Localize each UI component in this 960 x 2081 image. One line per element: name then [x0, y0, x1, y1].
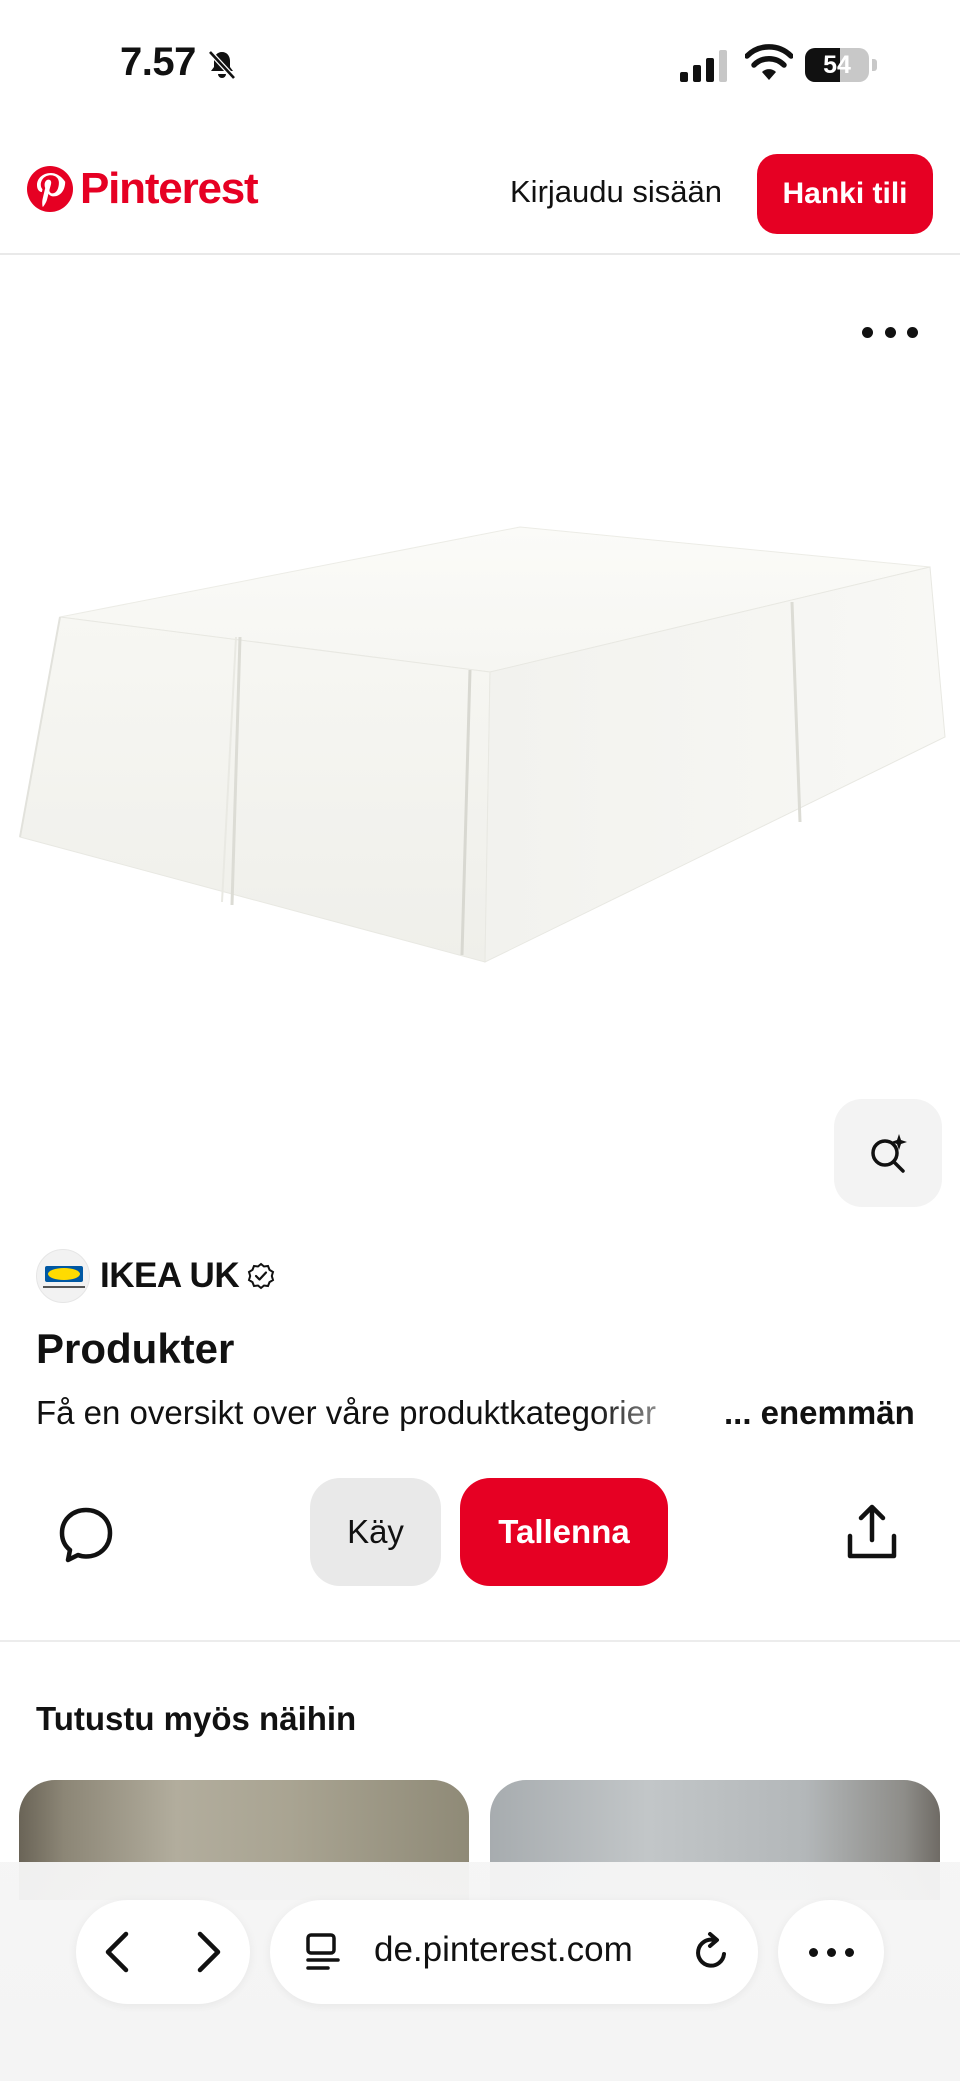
forward-icon[interactable]: [180, 1926, 232, 1978]
section-divider: [0, 1640, 960, 1642]
address-bar[interactable]: de.pinterest.com: [270, 1900, 758, 2004]
share-button[interactable]: [842, 1502, 902, 1562]
battery-level: 54: [823, 51, 851, 79]
status-time: 7.57: [120, 40, 196, 84]
read-more-link[interactable]: ... enemmän: [724, 1394, 915, 1432]
site-header: Pinterest Kirjaudu sisään Hanki tili: [0, 130, 960, 255]
login-link[interactable]: Kirjaudu sisään: [510, 174, 722, 210]
reload-icon[interactable]: [690, 1930, 734, 1974]
navigation-pill: [76, 1900, 250, 2004]
pin-title: Produkter: [36, 1325, 235, 1372]
share-icon: [847, 1504, 897, 1559]
more-icon: [862, 326, 873, 338]
verified-icon: [247, 1262, 275, 1290]
more-options-button[interactable]: [850, 307, 930, 357]
creator-avatar[interactable]: [36, 1249, 90, 1303]
product-image-bed-valance: [19, 526, 946, 963]
pinterest-logo[interactable]: Pinterest: [26, 164, 259, 214]
pin-image[interactable]: [0, 257, 960, 1207]
reader-icon[interactable]: [304, 1932, 342, 1972]
visual-search-button[interactable]: [834, 1099, 942, 1207]
visit-button[interactable]: Käy: [310, 1478, 441, 1586]
url-text[interactable]: de.pinterest.com: [374, 1930, 633, 1970]
more-icon: [808, 1947, 818, 1957]
status-bar: 7.57 54: [0, 0, 960, 130]
save-button[interactable]: Tallenna: [460, 1478, 668, 1586]
cellular-signal-icon: [680, 50, 727, 82]
pinterest-wordmark: Pinterest: [80, 164, 259, 213]
creator-name[interactable]: IKEA UK: [100, 1256, 240, 1296]
pin-description: Få en oversikt over våre produktkategori…: [36, 1391, 916, 1435]
related-section-title: Tutustu myös näihin: [36, 1700, 357, 1737]
wifi-icon: [745, 44, 793, 80]
battery-icon: 54: [805, 48, 877, 82]
browser-menu-button[interactable]: [778, 1900, 884, 2004]
comment-button[interactable]: [56, 1504, 116, 1564]
comment-icon: [59, 1507, 113, 1563]
back-icon[interactable]: [94, 1926, 146, 1978]
description-text: Få en oversikt over våre produktkategori…: [36, 1394, 656, 1431]
bell-slash-icon: [208, 50, 236, 80]
creator-row[interactable]: IKEA UK: [36, 1248, 275, 1304]
action-row: Käy Tallenna: [0, 1478, 960, 1586]
visual-search-icon: [871, 1134, 907, 1173]
signup-button[interactable]: Hanki tili: [757, 154, 933, 234]
browser-toolbar: de.pinterest.com: [0, 1862, 960, 2081]
pinterest-logo-icon: [27, 166, 73, 212]
